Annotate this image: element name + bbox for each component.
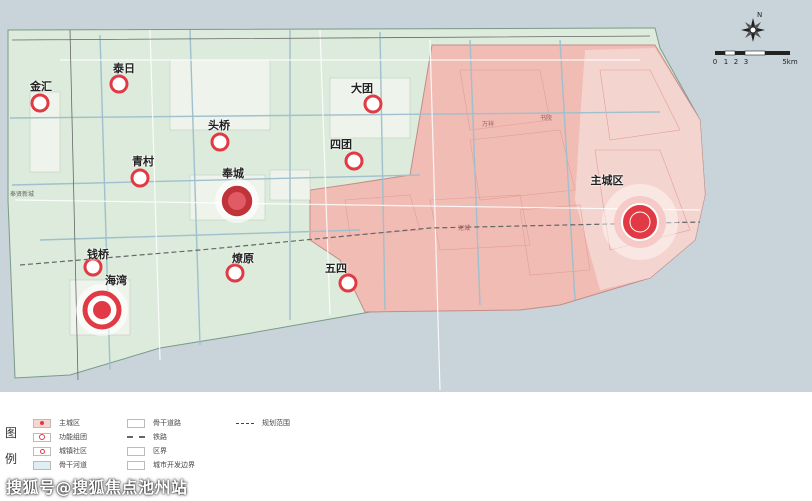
planning-range-icon <box>236 422 254 424</box>
town-label-qingcun: 青村 <box>132 155 154 168</box>
legend-label: 城镇社区 <box>59 447 87 455</box>
scale-bar <box>715 50 790 56</box>
cluster-marker-fengcheng <box>215 179 259 223</box>
cluster-marker-haiwan <box>76 284 128 336</box>
town-label-qianqiao: 钱桥 <box>87 248 109 261</box>
town-label-haiwan: 海湾 <box>105 274 127 287</box>
legend-label: 骨干河道 <box>59 461 87 469</box>
railway-icon <box>127 436 145 438</box>
legend-item-town-community: 城镇社区 <box>33 444 87 458</box>
town-label-situan: 四团 <box>330 138 352 151</box>
town-label-main-city: 主城区 <box>590 174 624 187</box>
legend-title-top: 图 <box>5 426 18 440</box>
town-marker-situan <box>344 151 364 171</box>
legend-item-main-city: 主城区 <box>33 416 80 430</box>
town-marker-tairi <box>109 74 129 94</box>
functional-cluster-icon <box>33 432 51 442</box>
legend-item-district-boundary: 区界 <box>127 444 167 458</box>
river-icon <box>33 460 51 470</box>
town-marker-wusi <box>338 273 358 293</box>
area-label: 万祥 <box>482 120 494 128</box>
scale-tick: 2 <box>733 58 739 66</box>
legend-label: 骨干道路 <box>153 419 181 427</box>
area-label: 书院 <box>540 114 552 122</box>
town-marker-jinhui <box>30 93 50 113</box>
legend-item-development-boundary: 城市开发边界 <box>127 458 195 472</box>
scale-tick: 1 <box>723 58 729 66</box>
town-label-datuan: 大团 <box>351 82 373 95</box>
scale-tick: 0 <box>712 58 718 66</box>
main-city-icon <box>33 418 51 428</box>
town-label-liaoyuan: 燎原 <box>232 252 254 265</box>
legend-label: 城市开发边界 <box>153 461 195 469</box>
district-boundary-icon <box>127 446 145 456</box>
compass-north-label: N <box>757 11 763 19</box>
legend-item-river: 骨干河道 <box>33 458 87 472</box>
legend-label: 区界 <box>153 447 167 455</box>
development-boundary-icon <box>127 460 145 470</box>
watermark-text: 搜狐号@搜狐焦点池州站 <box>6 478 188 497</box>
main-city-marker <box>602 184 678 260</box>
legend-label: 主城区 <box>59 419 80 427</box>
town-community-icon <box>33 446 51 456</box>
scale-tick: 5km <box>782 58 798 66</box>
town-label-tairi: 泰日 <box>113 62 135 75</box>
town-label-fengcheng: 奉城 <box>222 167 244 180</box>
town-marker-touqiao <box>210 132 230 152</box>
legend-item-functional-cluster: 功能组团 <box>33 430 87 444</box>
legend-item-railway: 铁路 <box>127 430 167 444</box>
legend-item-road: 骨干道路 <box>127 416 181 430</box>
planning-map: 奉贤新城 万祥 书院 泥城 <box>0 0 812 392</box>
town-label-jinhui: 金汇 <box>30 80 52 93</box>
road-icon <box>127 418 145 428</box>
town-marker-datuan <box>363 94 383 114</box>
town-marker-qingcun <box>130 168 150 188</box>
town-label-wusi: 五四 <box>325 262 347 275</box>
town-marker-liaoyuan <box>225 263 245 283</box>
legend-label: 铁路 <box>153 433 167 441</box>
legend-title-bottom: 例 <box>5 452 18 466</box>
area-label: 奉贤新城 <box>10 190 34 198</box>
town-label-touqiao: 头桥 <box>208 119 230 132</box>
scale-tick: 3 <box>743 58 749 66</box>
area-label: 泥城 <box>458 224 470 232</box>
legend-item-planning-range: 规划范围 <box>236 416 290 430</box>
legend-label: 功能组团 <box>59 433 87 441</box>
legend-label: 规划范围 <box>262 419 290 427</box>
